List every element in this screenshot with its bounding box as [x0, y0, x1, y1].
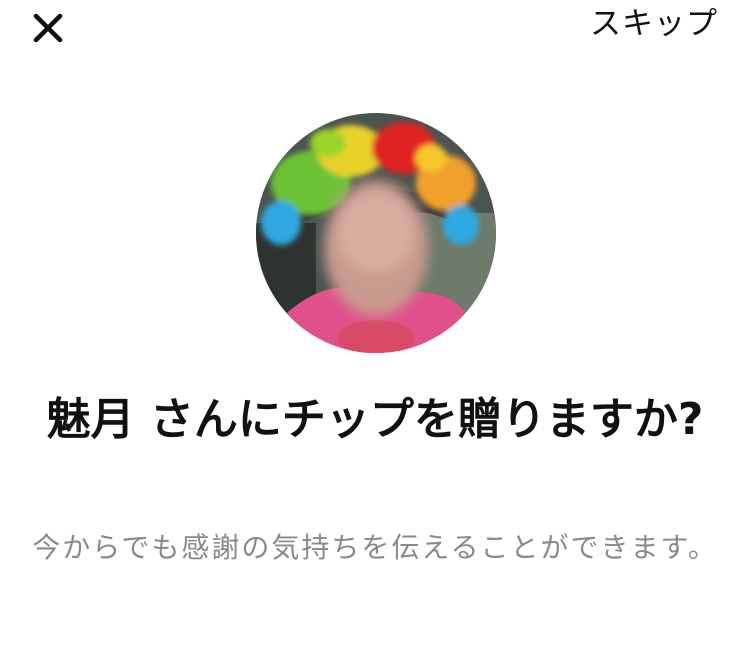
skip-button[interactable]: スキップ	[590, 4, 718, 44]
tip-prompt-subtitle: 今からでも感謝の気持ちを伝えることができます。	[32, 531, 718, 564]
tip-prompt-title: 魅月 さんにチップを贈りますか?	[46, 394, 704, 445]
close-button[interactable]	[28, 8, 68, 48]
close-icon	[33, 13, 63, 43]
avatar	[256, 113, 496, 353]
tip-prompt-screen: スキップ 魅月 さんにチップを贈りますか? 今からでも感謝の気持ちを伝えることが…	[0, 0, 750, 658]
